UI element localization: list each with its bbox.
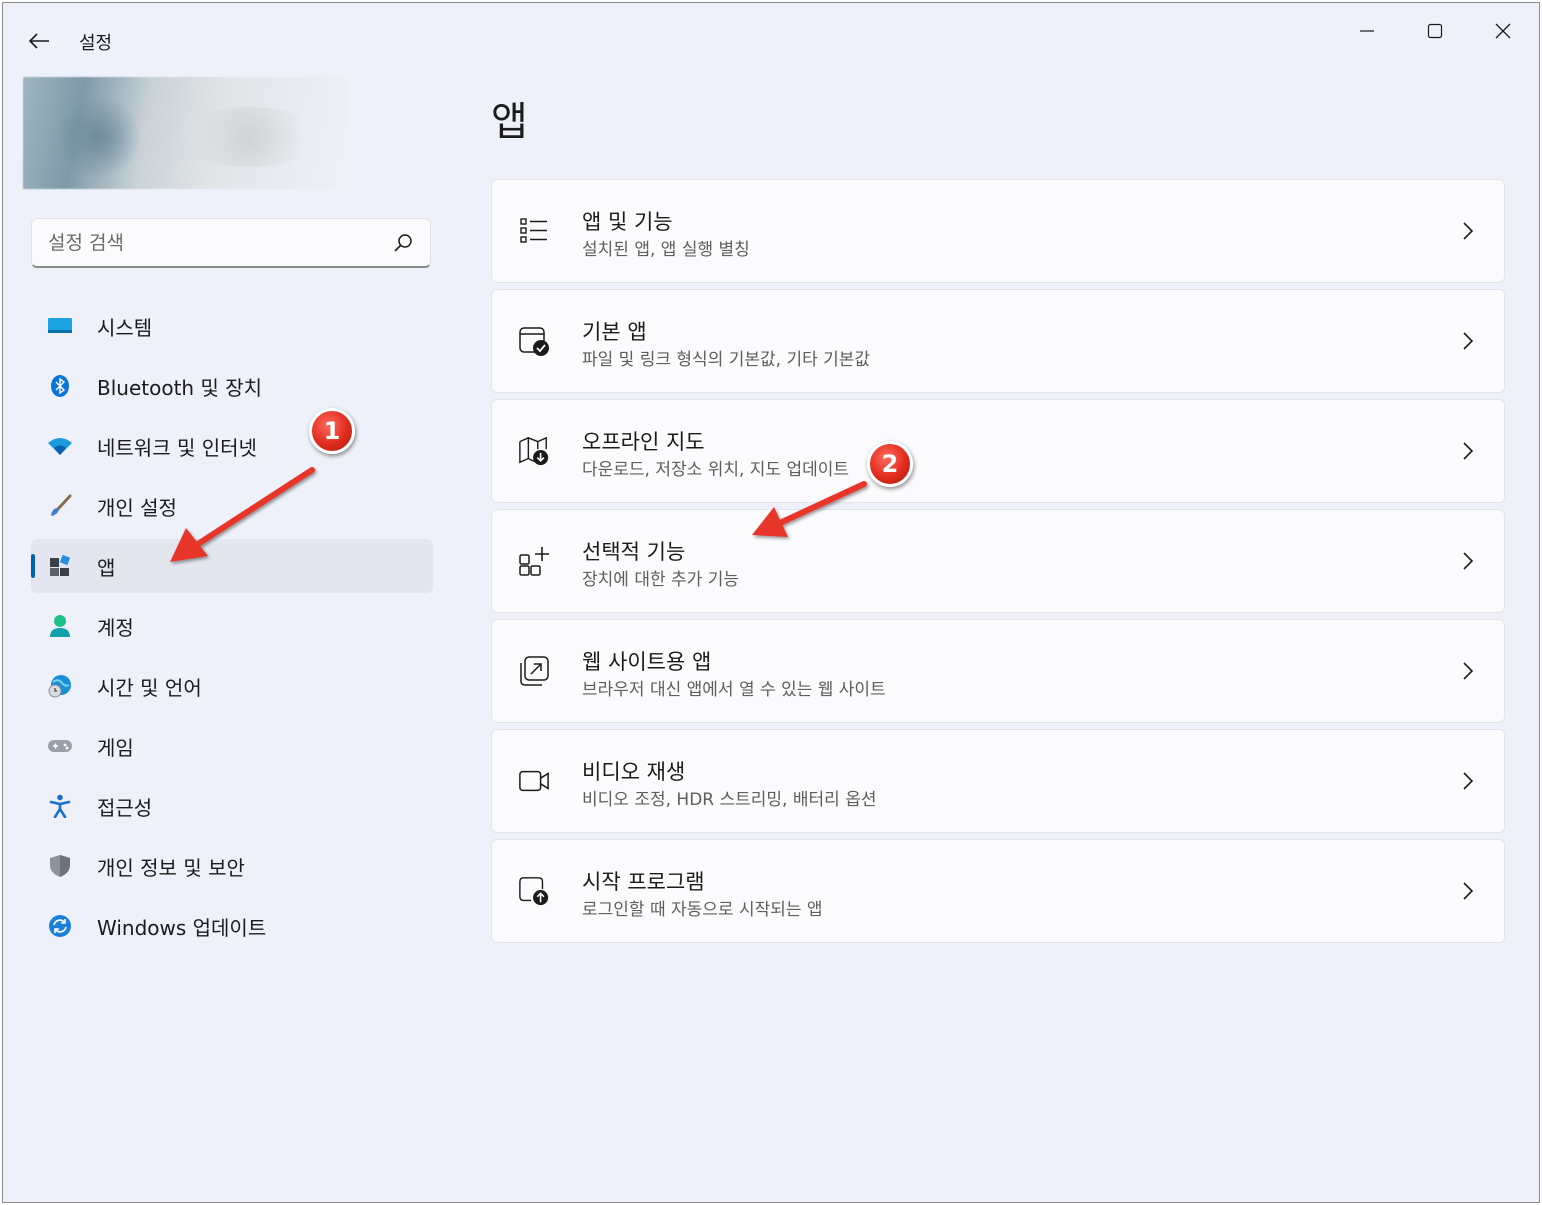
chevron-right-icon <box>1463 552 1474 570</box>
bluetooth-icon <box>47 374 73 398</box>
card-default-apps[interactable]: 기본 앱 파일 및 링크 형식의 기본값, 기타 기본값 <box>491 289 1505 393</box>
sidebar-item-personalization[interactable]: 개인 설정 <box>31 479 433 533</box>
sidebar-item-accessibility[interactable]: 접근성 <box>31 779 433 833</box>
chevron-right-icon <box>1463 332 1474 350</box>
list-icon <box>518 214 550 248</box>
default-apps-icon <box>518 324 550 358</box>
app-title: 설정 <box>79 33 113 54</box>
chevron-right-icon <box>1463 772 1474 790</box>
chevron-right-icon <box>1463 662 1474 680</box>
chevron-right-icon <box>1463 442 1474 460</box>
close-icon <box>1495 23 1511 39</box>
sidebar-item-windows-update[interactable]: Windows 업데이트 <box>31 899 433 953</box>
video-icon <box>518 764 550 798</box>
sidebar-item-accounts[interactable]: 계정 <box>31 599 433 653</box>
card-apps-features[interactable]: 앱 및 기능 설치된 앱, 앱 실행 별칭 <box>491 179 1505 283</box>
chevron-right-icon <box>1463 222 1474 240</box>
sidebar-item-privacy-security[interactable]: 개인 정보 및 보안 <box>31 839 433 893</box>
search-icon[interactable] <box>392 232 414 254</box>
annotation-marker-2: 2 <box>867 441 913 487</box>
back-button[interactable] <box>23 25 55 57</box>
minimize-icon <box>1360 30 1374 32</box>
startup-icon <box>518 874 550 908</box>
open-external-icon <box>518 654 550 688</box>
apps-settings-list: 앱 및 기능 설치된 앱, 앱 실행 별칭 기본 앱 파일 및 링크 형식의 기… <box>491 179 1505 949</box>
page-title: 앱 <box>491 99 528 145</box>
accessibility-icon <box>47 794 73 818</box>
card-apps-for-websites[interactable]: 웹 사이트용 앱 브라우저 대신 앱에서 열 수 있는 웹 사이트 <box>491 619 1505 723</box>
account-icon <box>47 614 73 638</box>
back-arrow-icon <box>28 33 49 49</box>
card-video-playback[interactable]: 비디오 재생 비디오 조정, HDR 스트리밍, 배터리 옵션 <box>491 729 1505 833</box>
annotation-marker-1: 1 <box>309 408 355 454</box>
sidebar-item-time-language[interactable]: 시간 및 언어 <box>31 659 433 713</box>
gamepad-icon <box>47 734 73 758</box>
add-feature-icon <box>518 544 550 578</box>
sidebar-item-network[interactable]: 네트워크 및 인터넷 <box>31 419 433 473</box>
sidebar-item-bluetooth[interactable]: Bluetooth 및 장치 <box>31 359 433 413</box>
selection-indicator <box>31 554 35 578</box>
sidebar-nav: 시스템 Bluetooth 및 장치 네트워크 및 인터넷 개인 설정 앱 계정… <box>31 299 433 959</box>
title-bar: 설정 <box>3 3 1539 75</box>
maximize-icon <box>1427 23 1443 39</box>
close-button[interactable] <box>1469 11 1537 51</box>
wifi-icon <box>47 434 73 458</box>
update-icon <box>47 914 73 938</box>
sidebar-item-gaming[interactable]: 게임 <box>31 719 433 773</box>
card-optional-features[interactable]: 선택적 기능 장치에 대한 추가 기능 <box>491 509 1505 613</box>
sidebar-item-apps[interactable]: 앱 <box>31 539 433 593</box>
user-profile-image[interactable] <box>23 77 349 189</box>
brush-icon <box>47 494 73 518</box>
card-offline-maps[interactable]: 오프라인 지도 다운로드, 저장소 위치, 지도 업데이트 <box>491 399 1505 503</box>
map-download-icon <box>518 434 550 468</box>
shield-icon <box>47 854 73 878</box>
apps-icon <box>47 554 73 578</box>
maximize-button[interactable] <box>1401 11 1469 51</box>
settings-window: 설정 시스템 Bluetooth 및 장치 네트워크 및 인터넷 <box>2 2 1540 1203</box>
minimize-button[interactable] <box>1333 11 1401 51</box>
chevron-right-icon <box>1463 882 1474 900</box>
settings-search-box[interactable] <box>31 218 431 268</box>
sidebar-item-system[interactable]: 시스템 <box>31 299 433 353</box>
card-startup[interactable]: 시작 프로그램 로그인할 때 자동으로 시작되는 앱 <box>491 839 1505 943</box>
globe-clock-icon <box>47 674 73 698</box>
system-icon <box>47 314 73 338</box>
search-input[interactable] <box>48 231 388 254</box>
